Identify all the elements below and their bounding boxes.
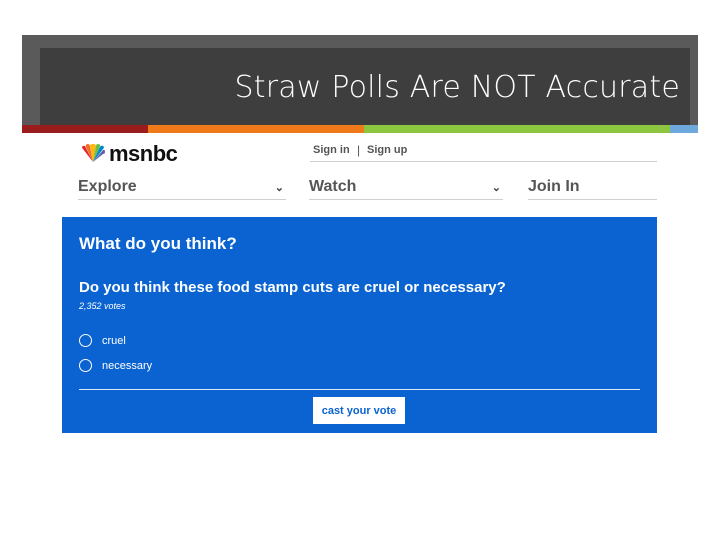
msnbc-screenshot: msnbc Sign in | Sign up Explore ⌄ Watch … (62, 133, 657, 433)
slide-header: Straw Polls Are NOT Accurate (40, 48, 690, 126)
account-bar: Sign in | Sign up (310, 133, 657, 162)
peacock-icon (82, 144, 105, 162)
accent-stripe-orange (148, 125, 364, 133)
chevron-down-icon: ⌄ (491, 182, 501, 194)
poll-option-necessary[interactable]: necessary (79, 359, 152, 372)
poll-vote-count: 2,352 votes (79, 301, 126, 311)
radio-button-cruel[interactable] (79, 334, 92, 347)
nav-join-in-label: Join In (528, 178, 580, 195)
chevron-down-icon: ⌄ (274, 182, 284, 194)
slide-title: Straw Polls Are NOT Accurate (234, 70, 680, 105)
poll-question: Do you think these food stamp cuts are c… (79, 279, 506, 296)
poll-option-label: cruel (102, 334, 126, 347)
poll-option-label: necessary (102, 359, 153, 372)
poll-option-cruel[interactable]: cruel (79, 334, 126, 347)
cast-vote-button[interactable]: cast your vote (313, 397, 405, 424)
accent-stripe-blue (670, 125, 698, 133)
nav-watch[interactable]: Watch ⌄ (309, 178, 503, 200)
separator: | (357, 143, 361, 157)
nav-watch-label: Watch (309, 178, 357, 195)
radio-button-necessary[interactable] (79, 359, 92, 372)
nav-explore-label: Explore (78, 178, 137, 195)
msnbc-logo[interactable]: msnbc (80, 141, 178, 167)
accent-stripe-green (364, 125, 670, 133)
sign-up-link[interactable]: Sign up (367, 144, 407, 156)
nav-explore[interactable]: Explore ⌄ (78, 178, 286, 200)
nav-join-in[interactable]: Join In (528, 178, 657, 200)
poll-panel: What do you think? Do you think these fo… (62, 217, 657, 433)
poll-heading: What do you think? (79, 234, 237, 253)
accent-stripe-red (22, 125, 148, 133)
poll-divider (79, 389, 640, 390)
sign-in-link[interactable]: Sign in (313, 144, 350, 156)
msnbc-logo-text: msnbc (109, 141, 178, 166)
